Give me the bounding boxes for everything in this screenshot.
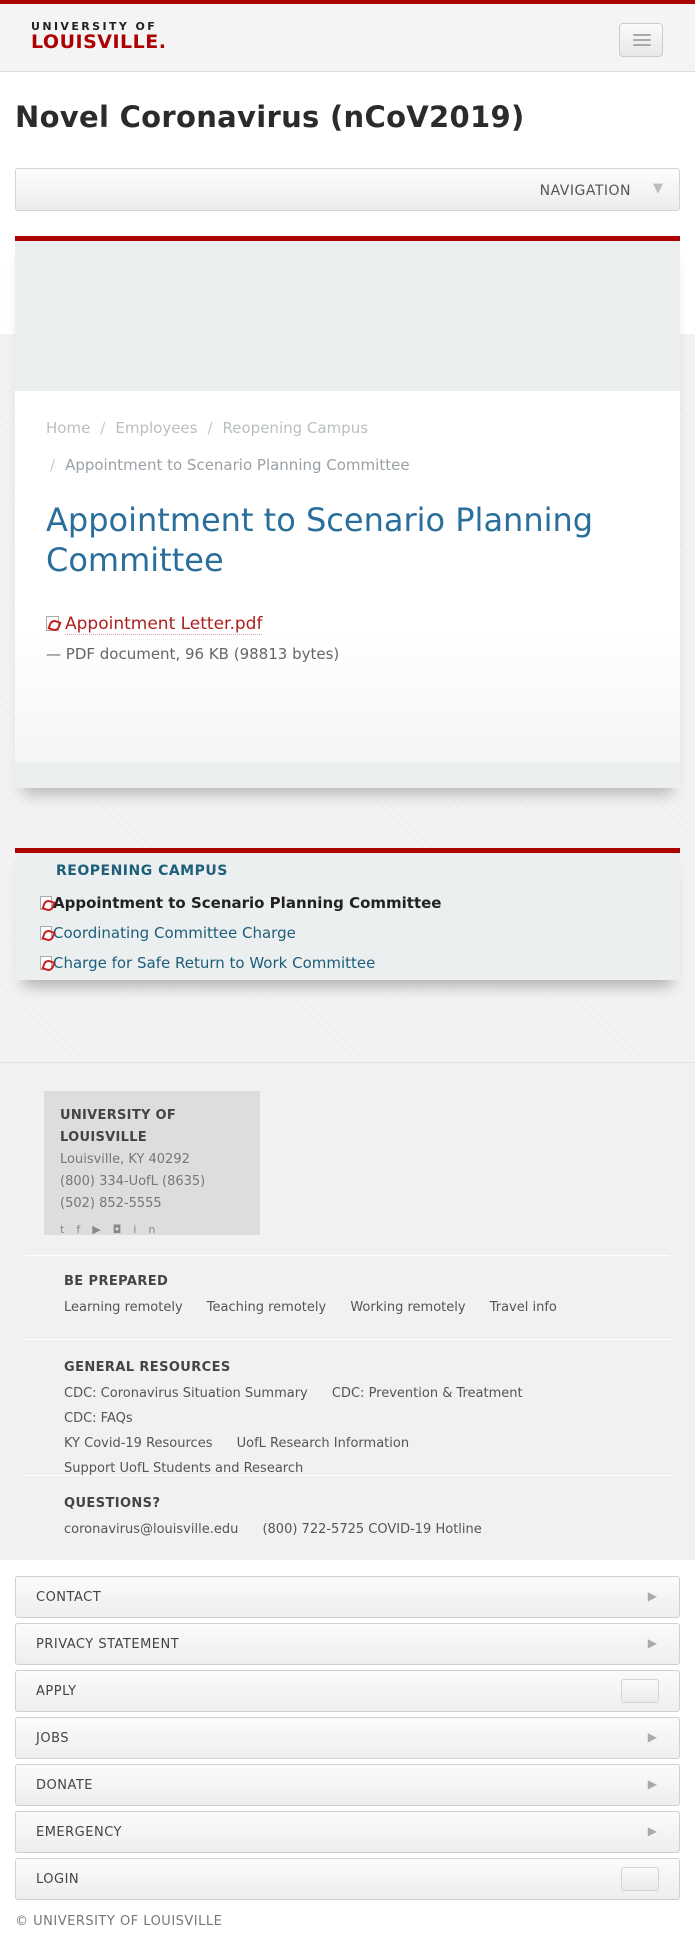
accordion-privacy[interactable]: PRIVACY STATEMENT ▶ <box>15 1623 680 1665</box>
accordion-login[interactable]: LOGIN <box>15 1858 680 1900</box>
link-cdc-prevention[interactable]: CDC: Prevention & Treatment <box>332 1386 523 1401</box>
reopening-campus-portlet: REOPENING CAMPUS Appointment to Scenario… <box>15 848 680 980</box>
accordion-donate[interactable]: DONATE ▶ <box>15 1764 680 1806</box>
chevron-right-icon: ▶ <box>647 1824 657 1838</box>
pdf-icon <box>40 956 52 970</box>
breadcrumb: Home / Employees / Reopening Campus / Appoint… <box>46 419 410 474</box>
link-hotline[interactable]: (800) 722-5725 COVID-19 Hotline <box>262 1522 481 1537</box>
site-header: UNIVERSITY OF LOUISVILLE. <box>0 4 695 72</box>
instagram-icon[interactable]: ◘ <box>113 1223 134 1236</box>
general-resources-title: GENERAL RESOURCES <box>64 1360 231 1375</box>
address-box: UNIVERSITY OF LOUISVILLE Louisville, KY … <box>44 1091 260 1236</box>
breadcrumb-reopening-campus[interactable]: Reopening Campus <box>223 419 369 437</box>
pdf-icon <box>46 616 59 631</box>
link-ky-covid[interactable]: KY Covid-19 Resources <box>64 1436 212 1451</box>
linkedin-icon[interactable]: in <box>133 1223 167 1236</box>
facebook-icon[interactable]: f <box>76 1223 92 1236</box>
link-cdc-summary[interactable]: CDC: Coronavirus Situation Summary <box>64 1386 308 1401</box>
menu-toggle-button[interactable] <box>621 1679 659 1703</box>
link-email[interactable]: coronavirus@louisville.edu <box>64 1522 238 1537</box>
general-resources-section: GENERAL RESOURCES CDC: Coronavirus Situa… <box>25 1339 670 1476</box>
footer-phone-2[interactable]: (502) 852-5555 <box>60 1193 244 1215</box>
hamburger-icon <box>633 34 651 36</box>
portlet-item-appointment[interactable]: Appointment to Scenario Planning Committ… <box>40 894 441 912</box>
link-working-remotely[interactable]: Working remotely <box>350 1300 465 1315</box>
footer-phone-1[interactable]: (800) 334-UofL (8635) <box>60 1171 244 1193</box>
breadcrumb-employees[interactable]: Employees <box>115 419 197 437</box>
link-learning-remotely[interactable]: Learning remotely <box>64 1300 183 1315</box>
link-uofl-research[interactable]: UofL Research Information <box>237 1436 409 1451</box>
document-title: Appointment to Scenario Planning Committ… <box>46 501 594 579</box>
link-support-uofl[interactable]: Support UofL Students and Research <box>64 1461 303 1476</box>
be-prepared-title: BE PREPARED <box>64 1274 169 1289</box>
logo-line2: LOUISVILLE. <box>31 31 167 53</box>
footer-address: Louisville, KY 40292 <box>60 1152 190 1167</box>
twitter-icon[interactable]: t <box>60 1223 76 1236</box>
portlet-item-coordinating[interactable]: Coordinating Committee Charge <box>40 924 296 942</box>
be-prepared-section: BE PREPARED Learning remotely Teaching r… <box>25 1255 670 1337</box>
page-title: Novel Coronavirus (nCoV2019) <box>15 100 525 134</box>
questions-section: QUESTIONS? coronavirus@louisville.edu (8… <box>25 1475 670 1561</box>
pdf-icon <box>40 926 52 940</box>
file-meta: — PDF document, 96 KB (98813 bytes) <box>46 645 340 663</box>
link-teaching-remotely[interactable]: Teaching remotely <box>207 1300 326 1315</box>
accordion-apply[interactable]: APPLY <box>15 1670 680 1712</box>
footer-org-name: UNIVERSITY OF LOUISVILLE <box>60 1108 177 1145</box>
navigation-toggle[interactable]: NAVIGATION ▼ <box>15 168 680 211</box>
file-download-link[interactable]: Appointment Letter.pdf <box>65 614 263 635</box>
chevron-right-icon: ▶ <box>647 1777 657 1791</box>
hamburger-menu-button[interactable] <box>619 23 663 57</box>
portlet-title[interactable]: REOPENING CAMPUS <box>56 863 228 879</box>
portlet-item-safe-return[interactable]: Charge for Safe Return to Work Committee <box>40 954 375 972</box>
chevron-right-icon: ▶ <box>647 1730 657 1744</box>
breadcrumb-home[interactable]: Home <box>46 419 90 437</box>
questions-title: QUESTIONS? <box>64 1496 161 1511</box>
accordion-emergency[interactable]: EMERGENCY ▶ <box>15 1811 680 1853</box>
navigation-label: NAVIGATION <box>539 183 631 199</box>
file-download: Appointment Letter.pdf <box>46 614 263 635</box>
accordion-contact[interactable]: CONTACT ▶ <box>15 1576 680 1618</box>
copyright: © UNIVERSITY OF LOUISVILLE <box>15 1914 223 1929</box>
youtube-icon[interactable]: ▶ <box>92 1223 112 1236</box>
link-cdc-faqs[interactable]: CDC: FAQs <box>64 1411 133 1426</box>
site-footer: UNIVERSITY OF LOUISVILLE Louisville, KY … <box>0 1062 695 1560</box>
link-travel-info[interactable]: Travel info <box>490 1300 557 1315</box>
social-links: tf▶◘in <box>60 1219 244 1241</box>
chevron-down-icon: ▼ <box>653 181 663 196</box>
breadcrumb-current: Appointment to Scenario Planning Committ… <box>65 456 410 474</box>
chevron-right-icon: ▶ <box>647 1589 657 1603</box>
university-logo[interactable]: UNIVERSITY OF LOUISVILLE. <box>31 21 166 52</box>
chevron-right-icon: ▶ <box>647 1636 657 1650</box>
pdf-icon <box>40 896 52 910</box>
menu-toggle-button[interactable] <box>621 1867 659 1891</box>
accordion-jobs[interactable]: JOBS ▶ <box>15 1717 680 1759</box>
